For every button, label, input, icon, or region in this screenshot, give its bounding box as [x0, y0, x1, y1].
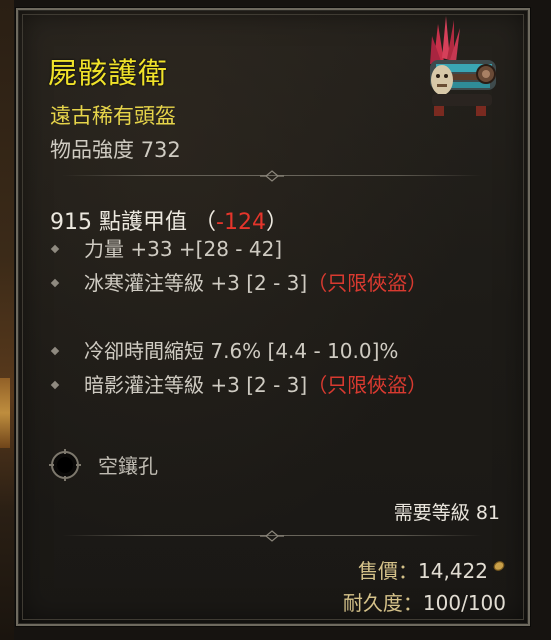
- item-power: 物品強度 732: [50, 134, 181, 164]
- affix-text: 冷卻時間縮短 7.6% [4.4 - 10.0]%: [84, 339, 399, 363]
- affix-2: 冷卻時間縮短 7.6% [4.4 - 10.0]%: [50, 334, 482, 368]
- gold-coin-icon: [493, 561, 505, 571]
- durability: 耐久度：100/100: [343, 587, 506, 616]
- affix-bullet-icon: [50, 346, 60, 356]
- background-glow: [0, 378, 10, 448]
- empty-socket-icon: [49, 449, 81, 481]
- durability-value: 100/100: [422, 591, 506, 615]
- item-tooltip: 屍骸護衛 遠古稀有頭盔 物品強度 732 915 點護甲值 （-124） 力量 …: [16, 8, 530, 626]
- affix-restriction: （只限俠盜）: [307, 271, 428, 295]
- divider-ornament-icon: [260, 170, 284, 182]
- affix-text: 力量 +33 +[28 - 42]: [84, 237, 283, 261]
- affix-text: 冰寒灌注等級 +3 [2 - 3]: [84, 271, 308, 295]
- helm-icon: [416, 14, 508, 120]
- item-power-label: 物品強度: [50, 138, 134, 162]
- divider-bottom: [62, 530, 482, 542]
- socket-label: 空鑲孔: [98, 454, 158, 478]
- affix-0: 力量 +33 +[28 - 42]: [50, 232, 482, 266]
- level-requirement-label: 需要等級: [393, 502, 470, 524]
- affix-bullet-icon: [50, 380, 60, 390]
- affix-3: 暗影灌注等級 +3 [2 - 3]（只限俠盜）: [50, 368, 482, 402]
- affix-1: 冰寒灌注等級 +3 [2 - 3]（只限俠盜）: [50, 266, 482, 300]
- level-requirement: 需要等級 81: [394, 498, 500, 525]
- background-left-edge: [0, 0, 14, 640]
- affix-bullet-icon: [50, 244, 60, 254]
- divider-ornament-icon: [260, 530, 284, 542]
- item-name: 屍骸護衛: [48, 56, 169, 90]
- affix-text: 暗影灌注等級 +3 [2 - 3]: [84, 373, 308, 397]
- item-type: 遠古稀有頭盔: [50, 104, 176, 128]
- sell-price-label: 售價：: [358, 559, 419, 583]
- durability-label: 耐久度：: [342, 591, 423, 615]
- sell-price: 售價：14,422: [358, 555, 488, 584]
- divider-top: [62, 170, 482, 182]
- affix-bullet-icon: [50, 278, 60, 288]
- affix-restriction: （只限俠盜）: [307, 373, 428, 397]
- item-power-value: 732: [140, 138, 181, 162]
- level-requirement-value: 81: [475, 502, 500, 524]
- sell-price-value: 14,422: [418, 559, 488, 583]
